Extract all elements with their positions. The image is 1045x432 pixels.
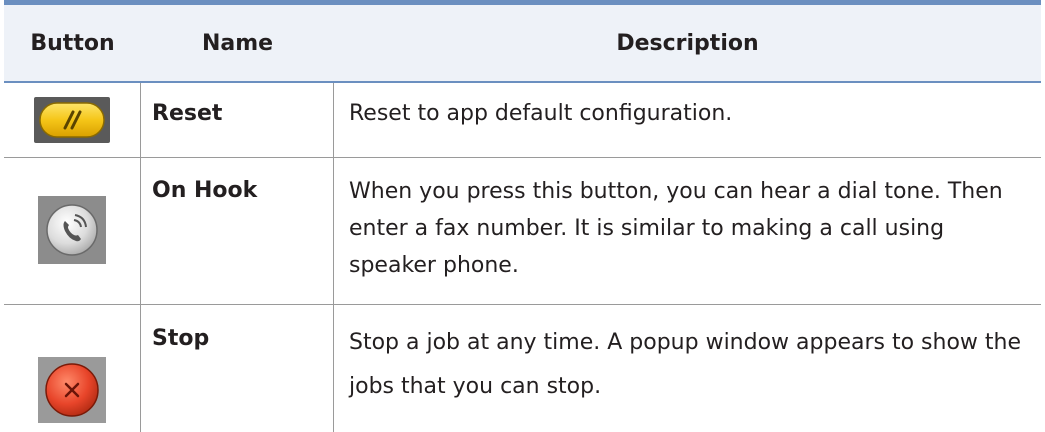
row-description: Stop a job at any time. A popup window a…	[349, 330, 1021, 399]
on-hook-icon[interactable]	[38, 196, 106, 264]
table-row: Reset Reset to app default configuration…	[4, 83, 1041, 158]
button-cell	[4, 305, 141, 432]
row-name: Reset	[141, 83, 334, 157]
button-reference-table: Button Name Description Reset Reset to a…	[4, 5, 1041, 432]
table-row: On Hook When you press this button, you …	[4, 158, 1041, 305]
table-header: Button Name Description	[4, 5, 1041, 83]
reset-icon[interactable]	[34, 97, 110, 143]
button-cell	[4, 158, 141, 304]
row-name: Stop	[141, 305, 334, 432]
button-cell	[4, 83, 141, 157]
stop-icon[interactable]	[38, 357, 106, 423]
header-name: Name	[201, 30, 274, 56]
header-description: Description	[616, 30, 759, 56]
header-button: Button	[30, 30, 115, 56]
table-row: Stop Stop a job at any time. A popup win…	[4, 305, 1041, 432]
row-description: Reset to app default configuration.	[349, 101, 733, 126]
row-name: On Hook	[141, 158, 334, 304]
row-description: When you press this button, you can hear…	[349, 179, 1003, 278]
